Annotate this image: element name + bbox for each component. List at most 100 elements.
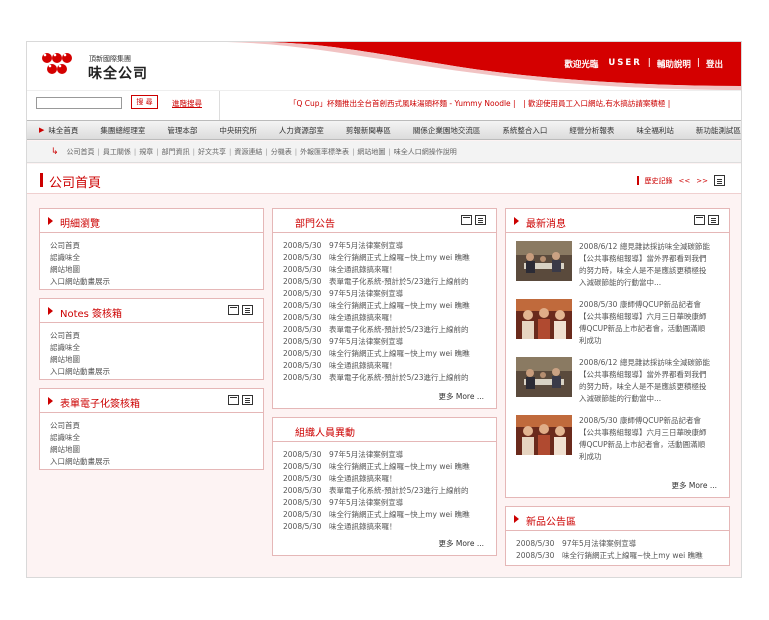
minimize-icon[interactable] xyxy=(694,215,705,225)
search-button[interactable]: 搜 尋 xyxy=(131,95,158,109)
nav-item-affiliates[interactable]: 關係企業園地交流區 xyxy=(413,125,481,136)
history-controls: 歷史記錄 << >> xyxy=(636,175,725,186)
document-icon[interactable] xyxy=(475,215,486,225)
news-photo-event[interactable] xyxy=(516,415,572,455)
history-link[interactable]: 歷史記錄 xyxy=(645,176,673,186)
nav-item-clippings[interactable]: 剪報新聞專區 xyxy=(346,125,391,136)
list-item[interactable]: 認識味全 xyxy=(50,342,253,354)
list-item[interactable]: 2008/5/30 表單電子化系統-預計於5/23進行上線前的 xyxy=(283,324,486,336)
next-button[interactable]: >> xyxy=(696,177,708,185)
list-item[interactable]: 2008/5/30 味全通訊錄搞來囉！ xyxy=(283,360,486,372)
document-icon[interactable] xyxy=(708,215,719,225)
nav-item-home[interactable]: 味全首頁 xyxy=(48,125,78,136)
subnav-item[interactable]: 公司首頁 xyxy=(67,147,95,157)
list-item[interactable]: 2008/5/30 表單電子化系統-預計於5/23進行上線前的 xyxy=(283,485,486,497)
list-item[interactable]: 2008/5/30 味全行銷網正式上線囉~快上my wei 瞧瞧 xyxy=(283,348,486,360)
list-item[interactable]: 2008/5/30 味全行銷網正式上線囉~快上my wei 瞧瞧 xyxy=(283,252,486,264)
news-headline[interactable]: 2008/6/12 總見雜誌採訪味全減碳節能 xyxy=(579,357,719,369)
list-item[interactable]: 認識味全 xyxy=(50,252,253,264)
nav-item-welfare[interactable]: 味全福利站 xyxy=(636,125,674,136)
news-marquee[interactable]: 「Q Cup」杯麵推出全台首創西式風味湯頭杯麵 - Yummy Noodle |… xyxy=(289,98,670,109)
list-item[interactable]: 網站地圖 xyxy=(50,444,253,456)
separator: | xyxy=(696,58,700,68)
news-photo-meeting[interactable] xyxy=(516,357,572,397)
news-headline[interactable]: 2008/5/30 康師傅QCUP新品記者會 xyxy=(579,415,719,427)
list-item[interactable]: 2008/5/30 97年5月法律案例宣導 xyxy=(283,336,486,348)
list-item[interactable]: 2008/5/30 97年5月法律案例宣導 xyxy=(283,288,486,300)
subnav-item[interactable]: 外報匯率標準表 xyxy=(300,147,349,157)
news-line: 傅QCUP新品上市記者會，活動圓滿順 xyxy=(579,324,706,333)
list-item[interactable]: 網站地圖 xyxy=(50,354,253,366)
nav-item-reports[interactable]: 經營分析報表 xyxy=(569,125,614,136)
news-item[interactable]: 2008/5/30 康師傅QCUP新品記者會 【公共事務組報導】六月三日華映康師… xyxy=(516,299,716,353)
help-link[interactable]: 輔助說明 xyxy=(657,58,691,70)
list-item[interactable]: 公司首頁 xyxy=(50,330,253,342)
list-item[interactable]: 2008/5/30 表單電子化系統-預計於5/23進行上線前的 xyxy=(283,372,486,384)
nav-item-management[interactable]: 管理本部 xyxy=(167,125,197,136)
list-item[interactable]: 2008/5/30 97年5月法律案例宣導 xyxy=(283,240,486,252)
minimize-icon[interactable] xyxy=(461,215,472,225)
list-item[interactable]: 入口網站動畫展示 xyxy=(50,456,253,468)
list-item[interactable]: 2008/5/30 97年5月法律案例宣導 xyxy=(283,449,486,461)
list-item[interactable]: 2008/5/30 味全行銷網正式上線囉~快上my wei 瞧瞧 xyxy=(516,550,719,562)
subnav-item[interactable]: 員工關係 xyxy=(103,147,131,157)
panel-body: 公司首頁 認識味全 網站地圖 入口網站動畫展示 xyxy=(40,413,263,475)
search-input[interactable] xyxy=(36,97,122,109)
more-link[interactable]: 更多 More ... xyxy=(671,480,717,491)
subnav-item[interactable]: 規章 xyxy=(139,147,153,157)
list-item[interactable]: 公司首頁 xyxy=(50,240,253,252)
nav-item-gm-office[interactable]: 集團總經理室 xyxy=(100,125,145,136)
minimize-icon[interactable] xyxy=(228,395,239,405)
list-item[interactable]: 2008/5/30 97年5月法律案例宣導 xyxy=(283,497,486,509)
list-item[interactable]: 網站地圖 xyxy=(50,264,253,276)
nav-item-research[interactable]: 中央研究所 xyxy=(219,125,257,136)
news-item[interactable]: 2008/5/30 康師傅QCUP新品記者會 【公共事務組報導】六月三日華映康師… xyxy=(516,415,716,469)
news-item[interactable]: 2008/6/12 總見雜誌採訪味全減碳節能 【公共事務組報導】當外界都看到我們… xyxy=(516,241,716,295)
nav-item-systems[interactable]: 系統整合入口 xyxy=(502,125,547,136)
news-photo-meeting[interactable] xyxy=(516,241,572,281)
list-item[interactable]: 2008/5/30 味全通訊錄搞來囉！ xyxy=(283,312,486,324)
panel-header: 組織人員異動 xyxy=(273,418,496,442)
panel-body: 2008/5/30 97年5月法律案例宣導 2008/5/30 味全行銷網正式上… xyxy=(506,531,729,569)
news-headline[interactable]: 2008/5/30 康師傅QCUP新品記者會 xyxy=(579,299,719,311)
document-icon[interactable] xyxy=(242,395,253,405)
panel-title: 新品公告區 xyxy=(526,517,576,528)
list-item[interactable]: 2008/5/30 味全行銷網正式上線囉~快上my wei 瞧瞧 xyxy=(283,461,486,473)
list-item[interactable]: 入口網站動畫展示 xyxy=(50,366,253,378)
list-item[interactable]: 2008/5/30 味全行銷網正式上線囉~快上my wei 瞧瞧 xyxy=(283,300,486,312)
news-photo-event[interactable] xyxy=(516,299,572,339)
subnav-item[interactable]: 部門資訊 xyxy=(162,147,190,157)
more-link[interactable]: 更多 More ... xyxy=(438,538,484,549)
list-item[interactable]: 2008/5/30 表單電子化系統-預計於5/23進行上線前的 xyxy=(283,276,486,288)
subnav-item[interactable]: 資源連結 xyxy=(234,147,262,157)
subnav-item[interactable]: 味全人口網操作說明 xyxy=(394,147,457,157)
list-item[interactable]: 入口網站動畫展示 xyxy=(50,276,253,288)
panel-latest: 最新消息 2008/6/12 總見雜誌採訪味全減碳節能 【公共事務組報導】當外界… xyxy=(505,208,730,498)
news-headline[interactable]: 2008/6/12 總見雜誌採訪味全減碳節能 xyxy=(579,241,719,253)
panel-new-products: 新品公告區 2008/5/30 97年5月法律案例宣導 2008/5/30 味全… xyxy=(505,506,730,566)
subnav-item[interactable]: 網站地圖 xyxy=(357,147,385,157)
subnav-item[interactable]: 分機表 xyxy=(271,147,292,157)
more-link[interactable]: 更多 More ... xyxy=(438,391,484,402)
minimize-icon[interactable] xyxy=(228,305,239,315)
list-item[interactable]: 認識味全 xyxy=(50,432,253,444)
logout-link[interactable]: 登出 xyxy=(706,58,723,70)
list-item[interactable]: 公司首頁 xyxy=(50,420,253,432)
print-icon[interactable] xyxy=(714,175,725,186)
separator: | xyxy=(133,147,137,156)
list-item[interactable]: 2008/5/30 97年5月法律案例宣導 xyxy=(516,538,719,550)
advanced-search-link[interactable]: 進階搜尋 xyxy=(172,98,202,109)
nav-item-hr[interactable]: 人力資源部室 xyxy=(279,125,324,136)
list-item[interactable]: 2008/5/30 味全行銷網正式上線囉~快上my wei 瞧瞧 xyxy=(283,509,486,521)
nav-item-new-features[interactable]: 新功能測試區 xyxy=(696,125,741,136)
news-line: 的努力時，味全人是不是應該更積極投 xyxy=(579,382,707,391)
prev-button[interactable]: << xyxy=(679,177,691,185)
sub-nav: ↳ 公司首頁 | 員工關係 | 規章 | 部門資訊 | 好文共享 | 資源連結 | 分機表 |… xyxy=(27,141,741,163)
list-item[interactable]: 2008/5/30 味全通訊錄搞來囉！ xyxy=(283,521,486,533)
news-item[interactable]: 2008/6/12 總見雜誌採訪味全減碳節能 【公共事務組報導】當外界都看到我們… xyxy=(516,357,716,411)
triangle-icon xyxy=(514,217,519,225)
list-item[interactable]: 2008/5/30 味全通訊錄搞來囉！ xyxy=(283,473,486,485)
list-item[interactable]: 2008/5/30 味全通訊錄搞來囉！ xyxy=(283,264,486,276)
document-icon[interactable] xyxy=(242,305,253,315)
subnav-item[interactable]: 好文共享 xyxy=(198,147,226,157)
